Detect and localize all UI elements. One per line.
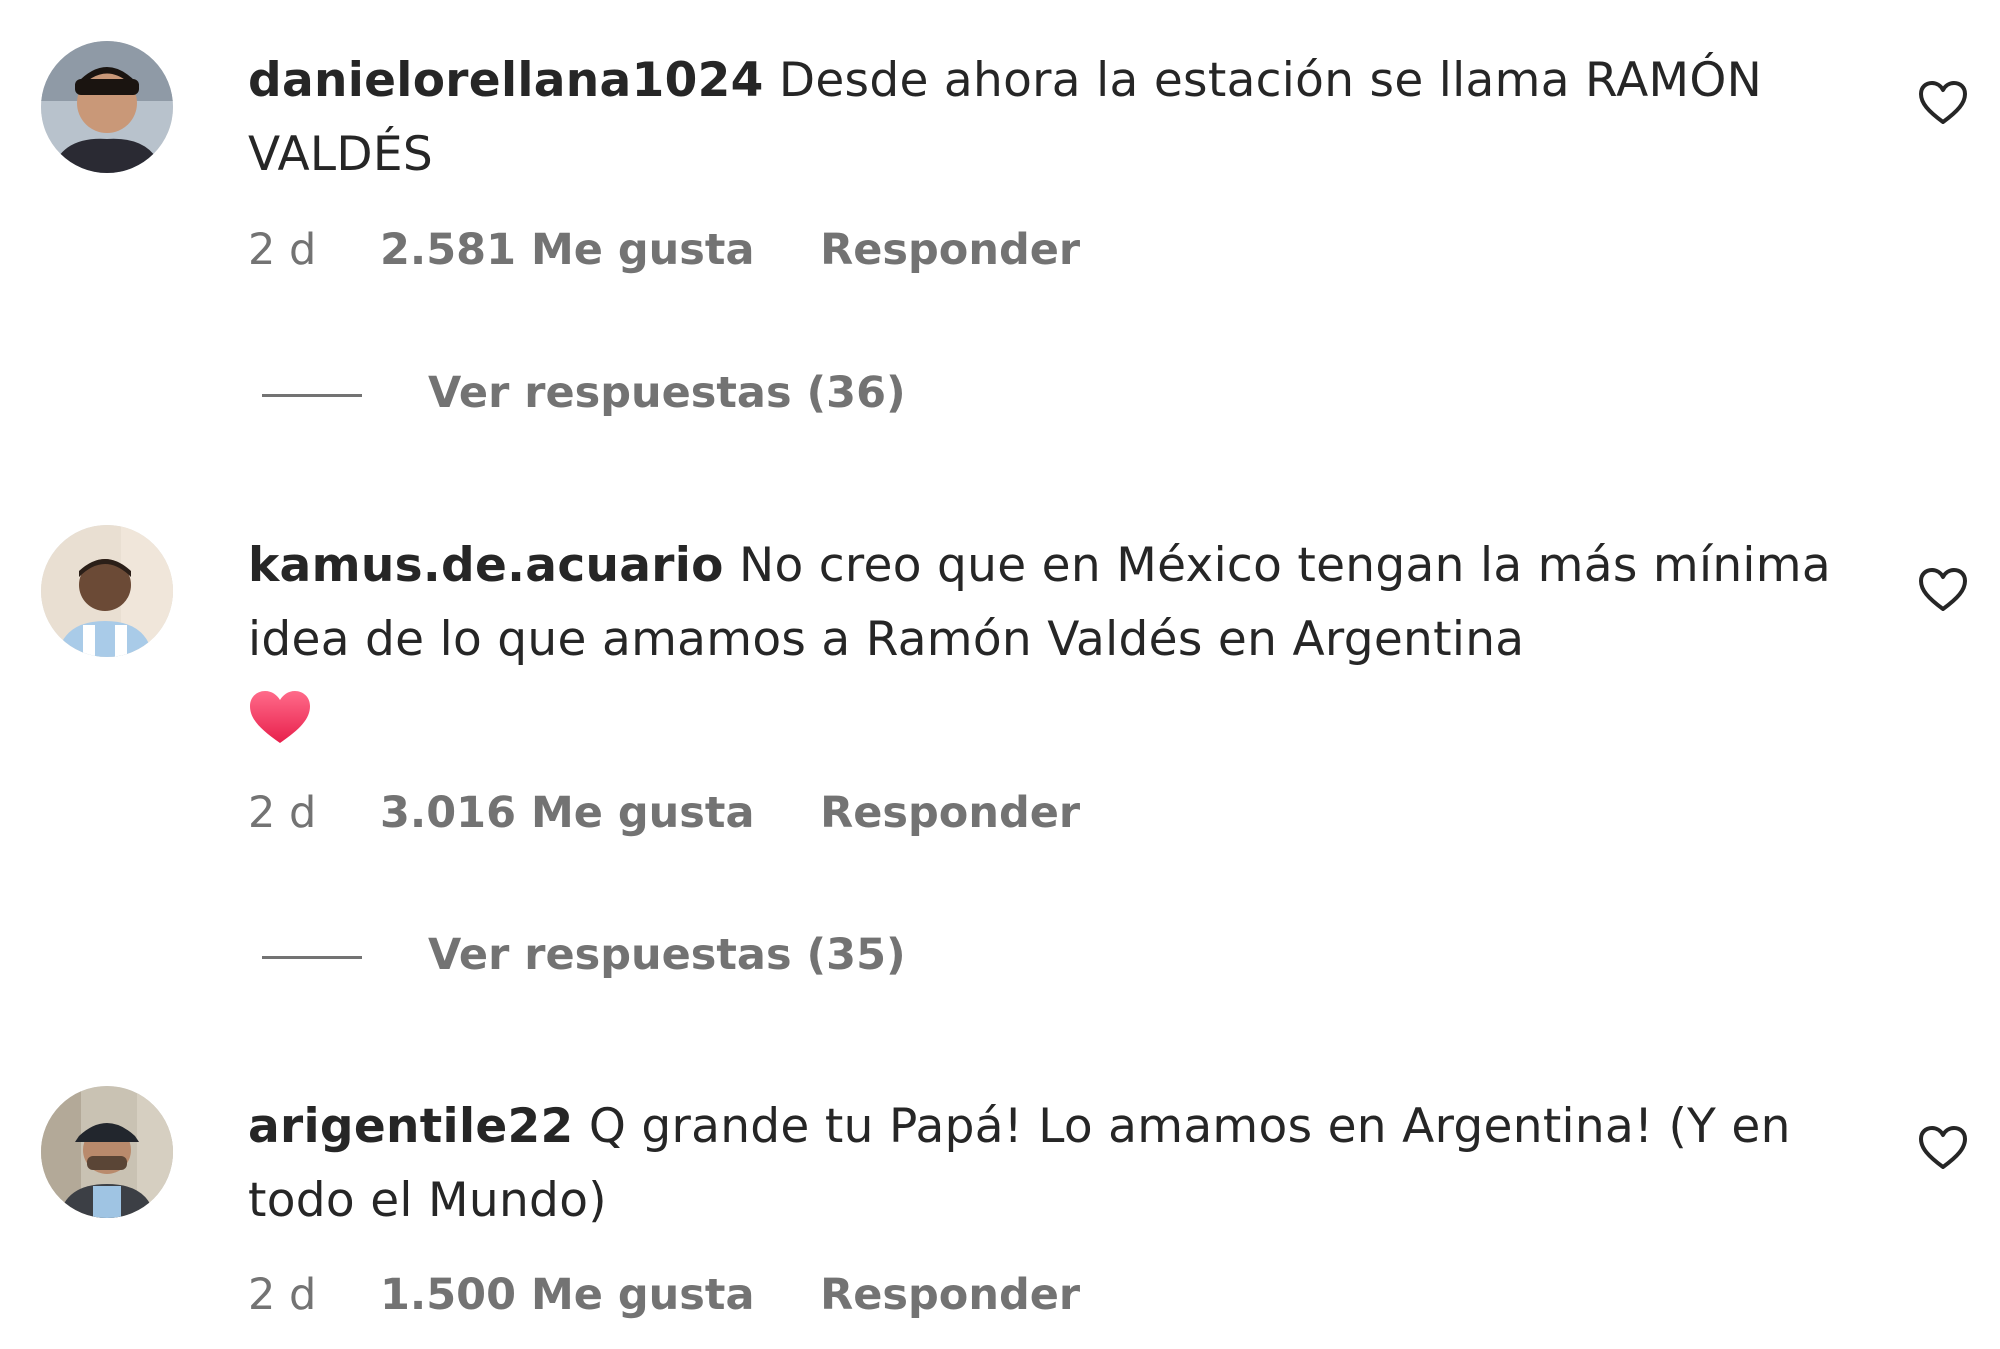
avatar[interactable]: [41, 1086, 173, 1218]
red-heart-emoji: [250, 690, 310, 743]
comment-username[interactable]: arigentile22: [248, 1099, 574, 1154]
comment-timestamp: 2 d: [248, 225, 317, 275]
avatar[interactable]: [41, 41, 173, 173]
avatar[interactable]: [41, 525, 173, 657]
heart-outline-icon[interactable]: [1918, 80, 1968, 126]
view-replies-label: Ver respuestas (36): [428, 368, 906, 418]
view-replies-button[interactable]: Ver respuestas (35): [262, 930, 906, 980]
comment-username[interactable]: danielorellana1024: [248, 53, 764, 108]
reply-button[interactable]: Responder: [820, 788, 1080, 838]
comment-like-count[interactable]: 2.581 Me gusta: [380, 225, 754, 275]
reply-button[interactable]: Responder: [820, 225, 1080, 275]
comment-like-count[interactable]: 3.016 Me gusta: [380, 788, 754, 838]
comment-timestamp: 2 d: [248, 788, 317, 838]
comment-username[interactable]: kamus.de.acuario: [248, 538, 724, 593]
view-replies-label: Ver respuestas (35): [428, 930, 906, 980]
comment-timestamp: 2 d: [248, 1270, 317, 1320]
heart-outline-icon[interactable]: [1918, 567, 1968, 613]
view-replies-button[interactable]: Ver respuestas (36): [262, 368, 906, 418]
heart-outline-icon[interactable]: [1918, 1125, 1968, 1171]
replies-divider-line: [262, 956, 362, 959]
comment-like-count[interactable]: 1.500 Me gusta: [380, 1270, 754, 1320]
replies-divider-line: [262, 394, 362, 397]
reply-button[interactable]: Responder: [820, 1270, 1080, 1320]
